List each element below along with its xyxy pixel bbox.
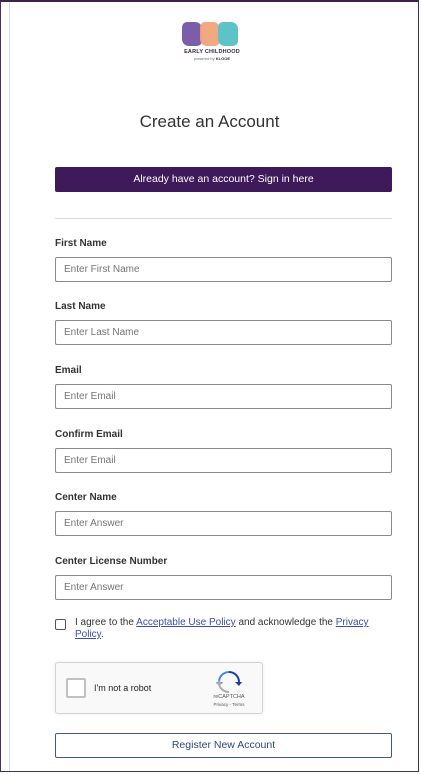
- first-name-input[interactable]: [55, 257, 392, 282]
- center-name-label: Center Name: [55, 492, 117, 503]
- email-label: Email: [55, 365, 82, 376]
- first-name-label: First Name: [55, 238, 107, 249]
- recaptcha-label: I'm not a robot: [94, 683, 152, 693]
- center-license-input[interactable]: [55, 575, 392, 600]
- logo-text: EARLY CHILDHOOD: [184, 49, 240, 55]
- acceptable-use-policy-link[interactable]: Acceptable Use Policy: [136, 617, 236, 628]
- logo-mark: [182, 20, 242, 48]
- confirm-email-label: Confirm Email: [55, 429, 123, 440]
- early-childhood-logo: EARLY CHILDHOOD powered by KLOOE: [176, 20, 248, 68]
- recaptcha-icon: [216, 671, 242, 693]
- sign-in-button[interactable]: Already have an account? Sign in here: [55, 167, 392, 192]
- confirm-email-input[interactable]: [55, 448, 392, 473]
- agreement-prefix: I agree to the: [75, 617, 137, 628]
- logo-brand: KLOOE: [215, 56, 231, 61]
- agreement-middle: and acknowledge the: [235, 617, 336, 628]
- register-button[interactable]: Register New Account: [55, 733, 392, 758]
- divider: [55, 218, 392, 219]
- email-input[interactable]: [55, 384, 392, 409]
- agreement-text: I agree to the Acceptable Use Policy and…: [75, 617, 393, 641]
- agree-checkbox[interactable]: [55, 619, 66, 630]
- logo-shape-teal: [218, 22, 238, 46]
- page-frame: EARLY CHILDHOOD powered by KLOOE Create …: [0, 0, 419, 772]
- center-name-input[interactable]: [55, 511, 392, 536]
- logo-shape-purple: [182, 22, 202, 46]
- logo-shape-peach: [200, 22, 220, 46]
- logo-subtext: powered by KLOOE: [176, 56, 248, 61]
- recaptcha-widget: I'm not a robot reCAPTCHA Privacy - Term…: [55, 662, 263, 714]
- recaptcha-brand: reCAPTCHA: [213, 694, 245, 700]
- recaptcha-checkbox[interactable]: [66, 678, 86, 698]
- logo-powered-by: powered by: [193, 56, 215, 61]
- last-name-label: Last Name: [55, 301, 106, 312]
- agreement-suffix: .: [100, 629, 104, 640]
- last-name-input[interactable]: [55, 320, 392, 345]
- page-title: Create an Account: [139, 112, 280, 131]
- recaptcha-links[interactable]: Privacy - Terms: [202, 702, 256, 707]
- center-license-label: Center License Number: [55, 556, 168, 567]
